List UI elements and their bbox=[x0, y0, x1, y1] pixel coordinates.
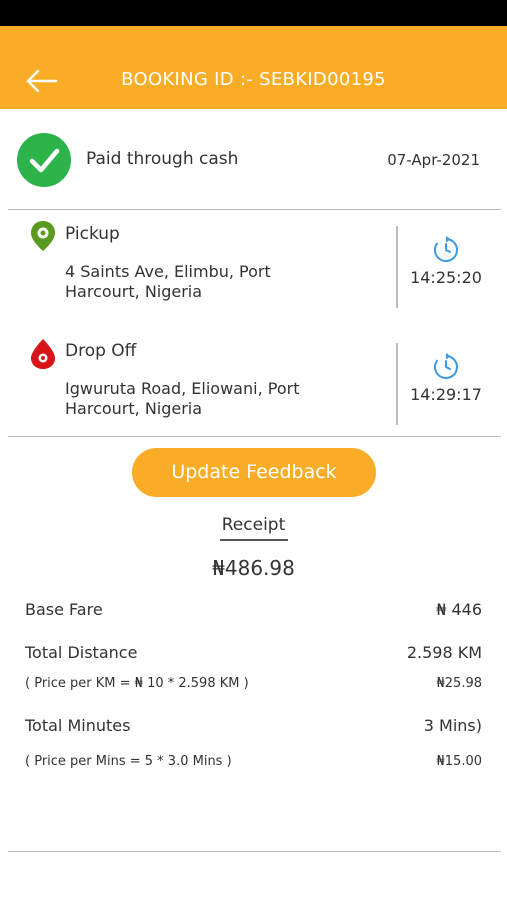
receipt-heading: Receipt bbox=[221, 515, 286, 535]
status-bar bbox=[0, 0, 507, 26]
dropoff-address-line2: Harcourt, Nigeria bbox=[65, 399, 203, 418]
pickup-section: Pickup 4 Saints Ave, Elimbu, Port Harcou… bbox=[0, 208, 507, 308]
clock-icon bbox=[434, 236, 458, 262]
clock-icon bbox=[434, 353, 458, 379]
dropoff-time: 14:29:17 bbox=[410, 385, 482, 404]
total-minutes-value: 3 Mins) bbox=[423, 716, 482, 735]
total-distance-value: 2.598 KM bbox=[406, 643, 482, 662]
minutes-price-formula: ( Price per Mins = 5 * 3.0 Mins ) bbox=[25, 754, 232, 769]
pickup-address-line2: Harcourt, Nigeria bbox=[65, 282, 203, 301]
pickup-address: 4 Saints Ave, Elimbu, Port Harcourt, Nig… bbox=[65, 262, 355, 302]
divider bbox=[8, 436, 501, 437]
minutes-price-amount: ₦15.00 bbox=[436, 754, 483, 769]
check-circle-icon bbox=[17, 133, 71, 187]
divider bbox=[8, 851, 501, 852]
vertical-divider bbox=[396, 343, 398, 425]
pickup-time: 14:25:20 bbox=[410, 268, 482, 287]
pickup-address-line1: 4 Saints Ave, Elimbu, Port bbox=[65, 262, 271, 281]
payment-date: 07-Apr-2021 bbox=[387, 151, 480, 169]
booking-id-title: BOOKING ID :- SEBKID00195 bbox=[121, 69, 386, 90]
base-fare-label: Base Fare bbox=[25, 600, 103, 619]
dropoff-section: Drop Off Igwuruta Road, Eliowani, Port H… bbox=[0, 325, 507, 425]
payment-method-label: Paid through cash bbox=[86, 149, 239, 169]
distance-price-formula: ( Price per KM = ₦ 10 * 2.598 KM ) bbox=[25, 676, 249, 691]
payment-row: Paid through cash 07-Apr-2021 bbox=[0, 109, 507, 209]
update-feedback-button[interactable]: Update Feedback bbox=[132, 448, 376, 497]
app-bar: BOOKING ID :- SEBKID00195 bbox=[0, 26, 507, 109]
distance-price-amount: ₦25.98 bbox=[436, 676, 483, 691]
pickup-label: Pickup bbox=[65, 224, 120, 244]
vertical-divider bbox=[396, 226, 398, 308]
dropoff-address-line1: Igwuruta Road, Eliowani, Port bbox=[65, 379, 300, 398]
total-minutes-label: Total Minutes bbox=[25, 716, 131, 735]
dropoff-pin-icon bbox=[31, 339, 55, 369]
total-distance-label: Total Distance bbox=[25, 643, 138, 662]
pickup-pin-icon bbox=[31, 221, 55, 251]
total-amount: ₦486.98 bbox=[212, 556, 295, 580]
base-fare-value: ₦ 446 bbox=[436, 600, 482, 619]
dropoff-label: Drop Off bbox=[65, 341, 137, 361]
dropoff-address: Igwuruta Road, Eliowani, Port Harcourt, … bbox=[65, 379, 355, 419]
receipt-underline bbox=[220, 539, 288, 541]
